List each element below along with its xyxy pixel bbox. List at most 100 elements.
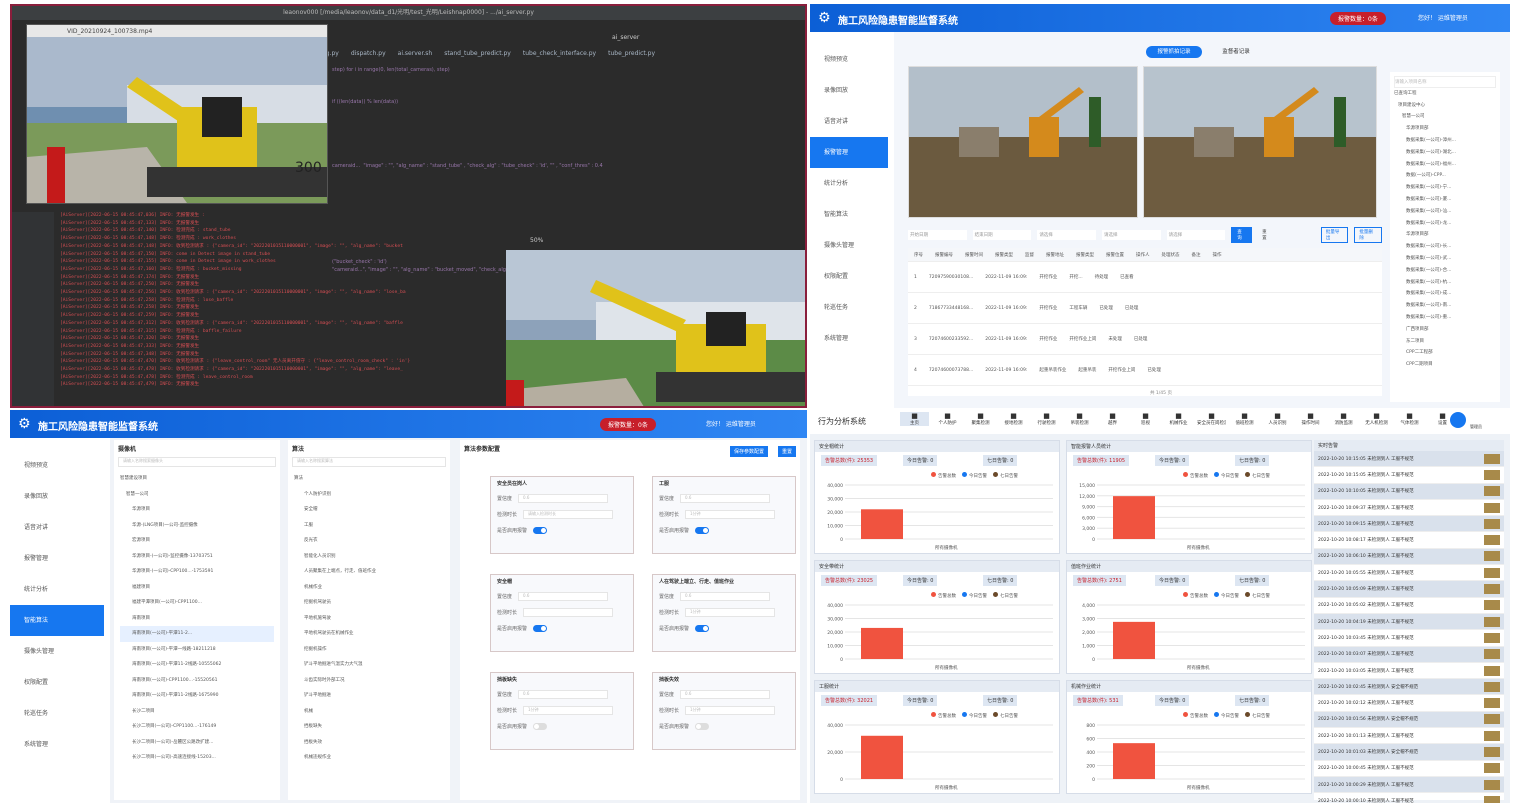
- algorithm-search-input[interactable]: 请输入名称搜索算法: [292, 457, 446, 467]
- bar[interactable]: [861, 627, 903, 659]
- confidence-input[interactable]: 0.6: [680, 591, 771, 601]
- reset-button[interactable]: 重置: [1258, 227, 1275, 243]
- tree-node[interactable]: 数据(一公司)-CPP...: [1394, 170, 1496, 182]
- tree-node[interactable]: 华源项目部: [1394, 229, 1496, 241]
- alarm-toggle[interactable]: [533, 624, 548, 632]
- algorithm-tree-node[interactable]: 挖掘机驾驶员: [294, 595, 444, 611]
- alarm-thumbnail[interactable]: [1484, 502, 1500, 513]
- user-greeting[interactable]: 您好！ 运维管理员: [1418, 13, 1468, 22]
- tree-node[interactable]: 数据采集(一公司)-福州...: [1394, 159, 1496, 171]
- duration-input[interactable]: 1分钟: [523, 705, 614, 715]
- confidence-input[interactable]: 0.6: [518, 689, 609, 699]
- sidebar-item[interactable]: 系统管理: [10, 729, 110, 760]
- tree-node[interactable]: 已查询工程: [1394, 88, 1496, 100]
- bar[interactable]: [861, 509, 903, 539]
- algorithm-tree-node[interactable]: 工服: [294, 518, 444, 534]
- algorithm-tree-node[interactable]: 智能化人员识别: [294, 549, 444, 565]
- nav-item[interactable]: ■ 消防监测: [1329, 412, 1358, 426]
- algorithm-tree-node[interactable]: 平地机驾驶员在机械作业: [294, 626, 444, 642]
- alarm-record[interactable]: 2022-10-20 10:01:03 未检测到人 安全帽不规范: [1314, 744, 1504, 761]
- alarm-thumbnail[interactable]: [1484, 795, 1500, 803]
- camera-tree-node[interactable]: 海南项目(一公司)-平潭11-2线路-1675990: [120, 688, 274, 704]
- alarm-thumbnail[interactable]: [1484, 600, 1500, 611]
- bar[interactable]: [1113, 496, 1155, 539]
- alarm-record[interactable]: 2022-10-20 10:00:10 未检测到人 工服不规范: [1314, 793, 1504, 803]
- alarm-thumbnail[interactable]: [1484, 746, 1500, 757]
- editor-tab[interactable]: ai.server.sh: [398, 50, 433, 62]
- nav-item[interactable]: ■ 个人防护: [933, 412, 962, 426]
- table-row[interactable]: 4 72074600073788... 2022-11-09 16:09: 起重吊装作…: [908, 355, 1382, 386]
- behavior-user-name[interactable]: 管理员: [1470, 424, 1482, 430]
- tree-node[interactable]: 数据采集(一公司)-成...: [1394, 288, 1496, 300]
- tree-node[interactable]: 数据采集(一公司)-长...: [1394, 241, 1496, 253]
- alarm-record[interactable]: 2022-10-20 10:05:02 未检测到人 工服不规范: [1314, 598, 1504, 614]
- table-row[interactable]: 2 71867733448168... 2022-11-09 16:09: 开挖作业 工…: [908, 293, 1382, 324]
- bar[interactable]: [1113, 743, 1155, 779]
- sidebar-item[interactable]: 轮巡任务: [810, 292, 894, 323]
- start-date-input[interactable]: 开始日期: [908, 230, 967, 240]
- camera-tree-node[interactable]: 宏源项目: [120, 533, 274, 549]
- alarm-record[interactable]: 2022-10-20 10:00:29 未检测到人 工服不规范: [1314, 776, 1504, 794]
- alarm-thumbnail[interactable]: [1484, 714, 1500, 725]
- algorithm-tree-node[interactable]: 挖掘机操作: [294, 642, 444, 658]
- sidebar-item[interactable]: 视频预览: [810, 44, 894, 75]
- algorithm-tree-node[interactable]: 算法: [294, 471, 444, 487]
- alarm-record[interactable]: 2022-10-20 10:05:55 未检测到人 工服不规范: [1314, 565, 1504, 582]
- bar[interactable]: [1113, 621, 1155, 659]
- confidence-input[interactable]: 0.6: [518, 591, 609, 601]
- nav-item[interactable]: ■ 气体检测: [1395, 412, 1424, 426]
- alarm-toggle[interactable]: [695, 624, 710, 632]
- camera-tree-node[interactable]: 长沙二项目(一公司)-岳麓区公路改扩建...: [120, 735, 274, 751]
- sidebar-item[interactable]: 智能算法: [810, 199, 894, 230]
- tree-node[interactable]: 数据采集(一公司)-武...: [1394, 253, 1496, 265]
- alarm-thumbnail[interactable]: [1484, 681, 1500, 692]
- editor-tab[interactable]: tube_check_interface.py: [523, 50, 596, 62]
- alarm-thumbnail[interactable]: [1484, 649, 1500, 660]
- camera-tree-node[interactable]: 华源-(LNG项目)一公司-监控摄像: [120, 518, 274, 534]
- nav-item[interactable]: ■ 吊装检测: [1065, 412, 1094, 426]
- nav-item[interactable]: ■ 越界: [1098, 412, 1127, 426]
- algorithm-tree-node[interactable]: 反光衣: [294, 533, 444, 549]
- alarm-toggle[interactable]: [533, 722, 548, 730]
- code-editor[interactable]: step) for i in range(0, len(total_camera…: [332, 66, 795, 273]
- editor-tab[interactable]: stand_tube_predict.py: [444, 50, 511, 62]
- algorithm-tree-node[interactable]: 机械违规作业: [294, 750, 444, 766]
- algorithm-tree-node[interactable]: 斗齿实际时外部工况: [294, 673, 444, 689]
- algorithm-tree-node[interactable]: 安全帽: [294, 502, 444, 518]
- search-button[interactable]: 查询: [1231, 227, 1253, 243]
- camera-tree[interactable]: 智慧建设项目 智慧一公司 华源项目 华源-(LNG项目)一公司-监控摄像 宏源项目 华源项…: [114, 471, 280, 766]
- camera-tree-node[interactable]: 智慧一公司: [120, 487, 274, 503]
- tree-node[interactable]: CPP二期项目: [1394, 359, 1496, 371]
- tree-node[interactable]: 数据采集(一公司)-龙...: [1394, 218, 1496, 230]
- sidebar-item[interactable]: 报警管理: [10, 543, 110, 574]
- camera-feed-2[interactable]: [1143, 66, 1377, 218]
- alarm-thumbnail[interactable]: [1484, 665, 1500, 676]
- alarm-thumbnail[interactable]: [1484, 486, 1500, 497]
- nav-item[interactable]: ■ 机械作业: [1164, 412, 1193, 426]
- tree-search-input[interactable]: 请输入项目名称: [1394, 76, 1496, 88]
- nav-item[interactable]: ■ 聚集检测: [966, 412, 995, 426]
- alarm-thumbnail[interactable]: [1484, 763, 1500, 774]
- algorithm-tree-node[interactable]: 平地机施驾驶: [294, 611, 444, 627]
- sidebar-item[interactable]: 语音对讲: [10, 512, 110, 543]
- camera-tree-node[interactable]: 华源项目-(一公司)-CPP100...-1753591: [120, 564, 274, 580]
- algorithm-tree-node[interactable]: 个人防护识别: [294, 487, 444, 503]
- sidebar-item[interactable]: 语音对讲: [810, 106, 894, 137]
- alarm-toggle[interactable]: [695, 526, 710, 534]
- tree-node[interactable]: 数据采集(一公司)-重...: [1394, 312, 1496, 324]
- nav-item[interactable]: ■ 无人机检测: [1362, 412, 1391, 426]
- nav-item[interactable]: ■ 主页: [900, 412, 929, 426]
- nav-item[interactable]: ■ 行驶检测: [1032, 412, 1061, 426]
- alarm-record[interactable]: 2022-10-20 10:15:05 未检测到人 工服不规范: [1314, 451, 1504, 468]
- duration-input[interactable]: 1分钟: [685, 607, 776, 617]
- confidence-input[interactable]: 0.6: [518, 493, 609, 503]
- video-player-window[interactable]: VID_20210924_100738.mp4 300: [26, 24, 328, 204]
- camera-tree-node[interactable]: 长沙二项目(一公司)-CPP1100...-176149: [120, 719, 274, 735]
- alarm-count-badge-2[interactable]: 报警数量：0条: [600, 418, 656, 431]
- nav-item[interactable]: ■ 值班检测: [1230, 412, 1259, 426]
- alarm-thumbnail[interactable]: [1484, 518, 1500, 529]
- sidebar-item[interactable]: 录像回放: [10, 481, 110, 512]
- tree-node[interactable]: 数据采集(一公司)-宁...: [1394, 182, 1496, 194]
- tree-node[interactable]: 数据采集(一公司)-合...: [1394, 265, 1496, 277]
- table-row[interactable]: 3 72074600233592... 2022-11-09 16:09: 开挖作业 开…: [908, 324, 1382, 355]
